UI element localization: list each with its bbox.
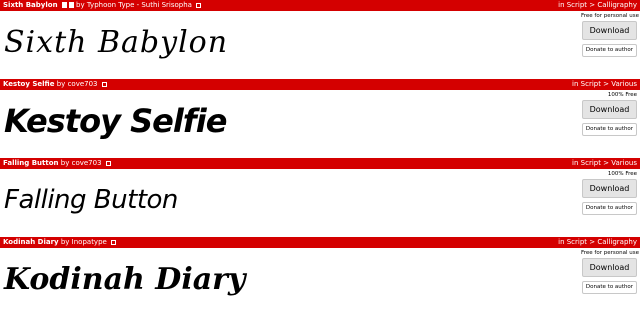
font-header-bar: Sixth Babylon by Typhoon Type - Suthi Sr… <box>0 0 640 11</box>
font-preview[interactable]: Sixth Babylon <box>4 14 228 70</box>
download-panel: 100% Free Download Donate to author <box>581 91 637 136</box>
external-link-icon[interactable] <box>105 161 111 166</box>
font-header-left: Kestoy Selfie by cove703 <box>3 79 107 90</box>
download-button[interactable]: Download <box>582 21 637 40</box>
font-header-left: Falling Button by cove703 <box>3 158 111 169</box>
font-preview[interactable]: Falling Button <box>4 172 178 228</box>
font-header-left: Kodinah Diary by Inopatype <box>3 237 117 248</box>
font-name-link[interactable]: Kodinah Diary <box>3 238 59 246</box>
author-link[interactable]: cove703 <box>68 80 98 88</box>
external-link-icon[interactable] <box>101 82 107 87</box>
font-name-link[interactable]: Sixth Babylon <box>3 1 58 9</box>
category-link[interactable]: in Script > Calligraphy <box>558 237 637 248</box>
download-button[interactable]: Download <box>582 258 637 277</box>
font-entry: Kodinah Diary by Inopatype in Script > C… <box>0 237 640 316</box>
download-button[interactable]: Download <box>582 100 637 119</box>
donate-button[interactable]: Donate to author <box>582 123 637 136</box>
download-panel: 100% Free Download Donate to author <box>581 170 637 215</box>
by-text: by <box>60 159 70 167</box>
font-name-link[interactable]: Kestoy Selfie <box>3 80 55 88</box>
font-header-bar: Kestoy Selfie by cove703 in Script > Var… <box>0 79 640 90</box>
license-text: Free for personal use <box>581 250 639 256</box>
font-entry: Falling Button by cove703 in Script > Va… <box>0 158 640 237</box>
external-link-icon[interactable] <box>196 3 202 8</box>
by-text: by <box>76 1 85 9</box>
by-text: by <box>60 238 70 246</box>
author-link[interactable]: cove703 <box>72 159 102 167</box>
download-panel: Free for personal use Download Donate to… <box>581 249 639 294</box>
file-icon[interactable] <box>68 2 74 8</box>
font-header-bar: Kodinah Diary by Inopatype in Script > C… <box>0 237 640 248</box>
category-link[interactable]: in Script > Calligraphy <box>558 0 637 11</box>
category-link[interactable]: in Script > Various <box>572 158 637 169</box>
license-text: Free for personal use <box>581 13 639 19</box>
license-text: 100% Free <box>607 92 637 98</box>
by-text: by <box>56 80 66 88</box>
author-link[interactable]: Inopatype <box>72 238 107 246</box>
font-entry: Kestoy Selfie by cove703 in Script > Var… <box>0 79 640 158</box>
donate-button[interactable]: Donate to author <box>582 281 637 294</box>
external-link-icon[interactable] <box>111 240 117 245</box>
file-icon[interactable] <box>61 2 67 8</box>
category-link[interactable]: in Script > Various <box>572 79 637 90</box>
font-entry: Sixth Babylon by Typhoon Type - Suthi Sr… <box>0 0 640 79</box>
author-link[interactable]: Typhoon Type - Suthi Srisopha <box>87 1 192 9</box>
font-name-link[interactable]: Falling Button <box>3 159 59 167</box>
donate-button[interactable]: Donate to author <box>582 202 637 215</box>
font-preview[interactable]: Kestoy Selfie <box>4 93 227 149</box>
download-button[interactable]: Download <box>582 179 637 198</box>
donate-button[interactable]: Donate to author <box>582 44 637 57</box>
font-preview[interactable]: Kodinah Diary <box>4 251 245 307</box>
license-text: 100% Free <box>607 171 637 177</box>
download-panel: Free for personal use Download Donate to… <box>581 12 639 57</box>
font-header-bar: Falling Button by cove703 in Script > Va… <box>0 158 640 169</box>
font-list: Sixth Babylon by Typhoon Type - Suthi Sr… <box>0 0 640 316</box>
font-header-left: Sixth Babylon by Typhoon Type - Suthi Sr… <box>3 0 202 11</box>
